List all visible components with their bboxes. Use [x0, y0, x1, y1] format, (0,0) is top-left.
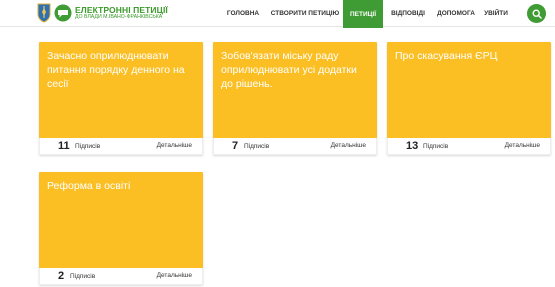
- nav-answers[interactable]: ВІДПОВІДІ: [385, 0, 431, 27]
- petition-title[interactable]: Реформа в освіті: [47, 179, 197, 193]
- details-link[interactable]: Детальніше: [331, 142, 366, 149]
- petition-card[interactable]: Про скасування ЄРЦ 13 Підписів Детальніш…: [387, 42, 551, 155]
- nav-help[interactable]: ДОПОМОГА: [433, 0, 479, 27]
- signature-label: Підписів: [75, 143, 101, 150]
- top-header: ЕЛЕКТРОННІ ПЕТИЦІЇ ДО ВЛАДИ М.ІВАНО-ФРАН…: [0, 0, 555, 28]
- petition-title[interactable]: Про скасування ЄРЦ: [395, 49, 545, 63]
- petition-footer: 7 Підписів Детальніше: [213, 138, 377, 155]
- petition-footer: 2 Підписів Детальніше: [39, 268, 203, 285]
- signature-label: Підписів: [423, 143, 449, 150]
- signature-count: 13: [406, 140, 419, 152]
- search-icon: [531, 8, 542, 19]
- signature-count: 7: [232, 140, 239, 152]
- signature-count: 11: [58, 140, 70, 152]
- petition-title[interactable]: Зобов'язати міську раду оприлюднювати ус…: [221, 49, 371, 91]
- petition-card[interactable]: Зобов'язати міську раду оприлюднювати ус…: [213, 42, 377, 155]
- petition-title[interactable]: Зачасно оприлюднювати питання порядку де…: [47, 49, 197, 91]
- search-button[interactable]: [527, 4, 546, 23]
- signature-label: Підписів: [244, 143, 270, 150]
- logo-title: ЕЛЕКТРОННІ ПЕТИЦІЇ: [75, 4, 168, 15]
- logo-subtitle: ДО ВЛАДИ М.ІВАНО-ФРАНКІВСЬКА: [75, 14, 163, 21]
- speech-bubble-icon: [54, 4, 72, 22]
- site-logo[interactable]: ЕЛЕКТРОННІ ПЕТИЦІЇ ДО ВЛАДИ М.ІВАНО-ФРАН…: [36, 3, 168, 23]
- petition-card[interactable]: Реформа в освіті 2 Підписів Детальніше: [39, 172, 203, 285]
- signature-count: 2: [58, 270, 65, 282]
- nav-create-petition[interactable]: СТВОРИТИ ПЕТИЦІЮ: [268, 0, 342, 27]
- nav-login[interactable]: УВІЙТИ: [481, 0, 511, 27]
- signature-label: Підписів: [70, 273, 96, 280]
- petition-card[interactable]: Зачасно оприлюднювати питання порядку де…: [39, 42, 203, 155]
- petition-footer: 13 Підписів Детальніше: [387, 138, 551, 155]
- nav-petitions[interactable]: ПЕТИЦІЇ: [343, 0, 383, 28]
- details-link[interactable]: Детальніше: [157, 142, 192, 149]
- details-link[interactable]: Детальніше: [157, 272, 192, 279]
- coat-of-arms-icon: [37, 3, 51, 23]
- nav-home[interactable]: ГОЛОВНА: [219, 0, 267, 27]
- petition-footer: 11 Підписів Детальніше: [39, 138, 203, 155]
- details-link[interactable]: Детальніше: [505, 142, 540, 149]
